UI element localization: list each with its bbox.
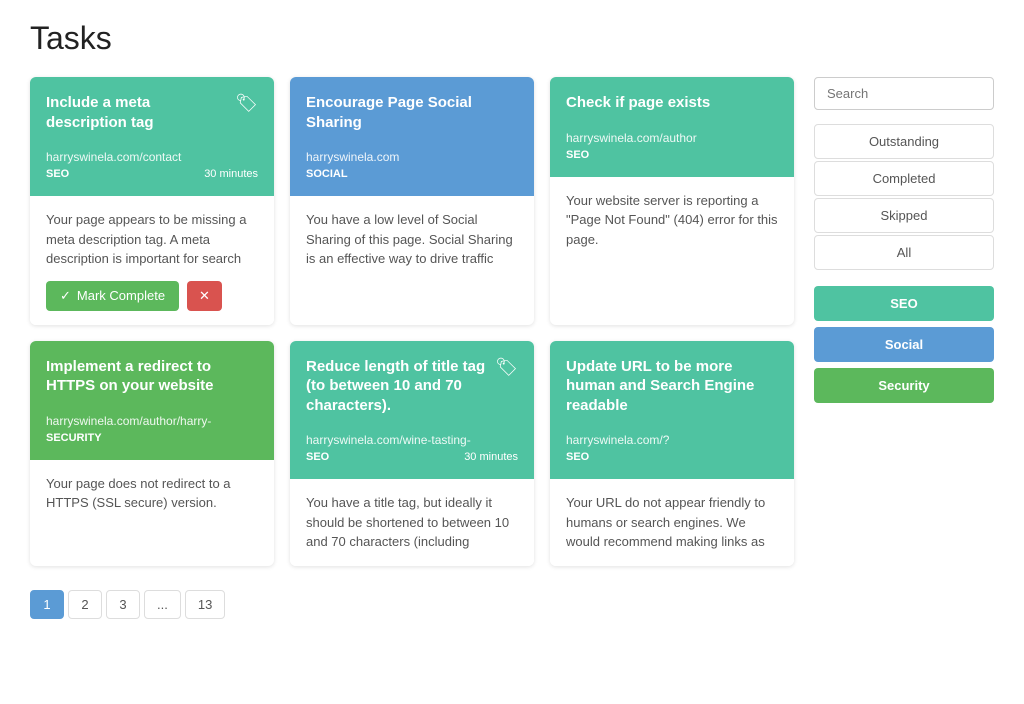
card-title-row: Encourage Page Social Sharing [306,93,518,132]
main-content: Include a meta description tag 🏷 harrysw… [30,77,794,619]
search-input[interactable] [814,77,994,110]
card-title: Reduce length of title tag (to between 1… [306,357,489,416]
pagination-ellipsis: ... [144,590,181,619]
card-time: 30 minutes [464,451,518,463]
card-description: Your website server is reporting a "Page… [566,191,778,250]
card-header: Include a meta description tag 🏷 harrysw… [30,77,274,196]
task-card: Implement a redirect to HTTPS on your we… [30,341,274,566]
card-title-row: Reduce length of title tag (to between 1… [306,357,518,416]
card-time: 30 minutes [204,168,258,180]
card-meta: SEO [566,149,778,161]
card-body: Your page appears to be missing a meta d… [30,196,274,325]
card-header: Update URL to be more human and Search E… [550,341,794,480]
card-title: Include a meta description tag [46,93,229,132]
page-btn-3[interactable]: 3 [106,590,140,619]
card-title-row: Implement a redirect to HTTPS on your we… [46,357,258,396]
tag-icon: 🏷 [235,93,258,114]
card-description: You have a low level of Social Sharing o… [306,210,518,269]
card-meta: SEO 30 minutes [306,451,518,463]
mark-complete-button[interactable]: ✓ Mark Complete [46,281,179,311]
card-url: harryswinela.com/wine-tasting- [306,433,518,447]
card-title: Implement a redirect to HTTPS on your we… [46,357,258,396]
cancel-button[interactable]: ✕ [187,281,222,311]
page-title: Tasks [30,20,994,57]
task-card: Include a meta description tag 🏷 harrysw… [30,77,274,325]
page-btn-1[interactable]: 1 [30,590,64,619]
category-buttons: SEO Social Security [814,286,994,403]
card-meta: SEO [566,451,778,463]
category-btn-social[interactable]: Social [814,327,994,362]
card-body: Your website server is reporting a "Page… [550,177,794,264]
card-header: Implement a redirect to HTTPS on your we… [30,341,274,460]
tag-icon: 🏷 [495,357,518,378]
card-description: Your page appears to be missing a meta d… [46,210,258,269]
filter-btn-outstanding[interactable]: Outstanding [814,124,994,159]
card-title: Encourage Page Social Sharing [306,93,518,132]
category-btn-security[interactable]: Security [814,368,994,403]
page-btn-13[interactable]: 13 [185,590,225,619]
card-actions: ✓ Mark Complete ✕ [46,281,258,311]
card-category: SECURITY [46,432,102,444]
task-card: Encourage Page Social Sharing harryswine… [290,77,534,325]
cards-grid: Include a meta description tag 🏷 harrysw… [30,77,794,566]
task-card: Reduce length of title tag (to between 1… [290,341,534,566]
card-category: SEO [46,168,69,180]
card-title: Check if page exists [566,93,778,113]
card-body: Your URL do not appear friendly to human… [550,479,794,566]
card-body: You have a low level of Social Sharing o… [290,196,534,283]
card-meta: SECURITY [46,432,258,444]
card-meta: SEO 30 minutes [46,168,258,180]
filter-btn-all[interactable]: All [814,235,994,270]
card-description: Your page does not redirect to a HTTPS (… [46,474,258,513]
card-category: SEO [306,451,329,463]
filter-btn-skipped[interactable]: Skipped [814,198,994,233]
page-btn-2[interactable]: 2 [68,590,102,619]
card-header: Check if page exists harryswinela.com/au… [550,77,794,177]
sidebar: OutstandingCompletedSkippedAll SEO Social… [814,77,994,619]
card-description: You have a title tag, but ideally it sho… [306,493,518,552]
task-card: Update URL to be more human and Search E… [550,341,794,566]
pagination: 123...13 [30,590,794,619]
mark-complete-label: Mark Complete [77,288,165,303]
card-category: SOCIAL [306,168,348,180]
card-url: harryswinela.com/author [566,131,778,145]
card-title: Update URL to be more human and Search E… [566,357,778,416]
filter-buttons: OutstandingCompletedSkippedAll [814,124,994,270]
filter-btn-completed[interactable]: Completed [814,161,994,196]
card-title-row: Include a meta description tag 🏷 [46,93,258,132]
card-url: harryswinela.com/author/harry- [46,414,258,428]
card-category: SEO [566,451,589,463]
card-url: harryswinela.com [306,150,518,164]
card-category: SEO [566,149,589,161]
card-header: Reduce length of title tag (to between 1… [290,341,534,480]
card-meta: SOCIAL [306,168,518,180]
card-body: You have a title tag, but ideally it sho… [290,479,534,566]
card-url: harryswinela.com/contact [46,150,258,164]
card-title-row: Check if page exists [566,93,778,113]
card-title-row: Update URL to be more human and Search E… [566,357,778,416]
task-card: Check if page exists harryswinela.com/au… [550,77,794,325]
card-description: Your URL do not appear friendly to human… [566,493,778,552]
card-url: harryswinela.com/? [566,433,778,447]
category-btn-seo[interactable]: SEO [814,286,994,321]
check-icon: ✓ [60,288,71,304]
card-header: Encourage Page Social Sharing harryswine… [290,77,534,196]
cancel-icon: ✕ [199,288,210,303]
card-body: Your page does not redirect to a HTTPS (… [30,460,274,527]
